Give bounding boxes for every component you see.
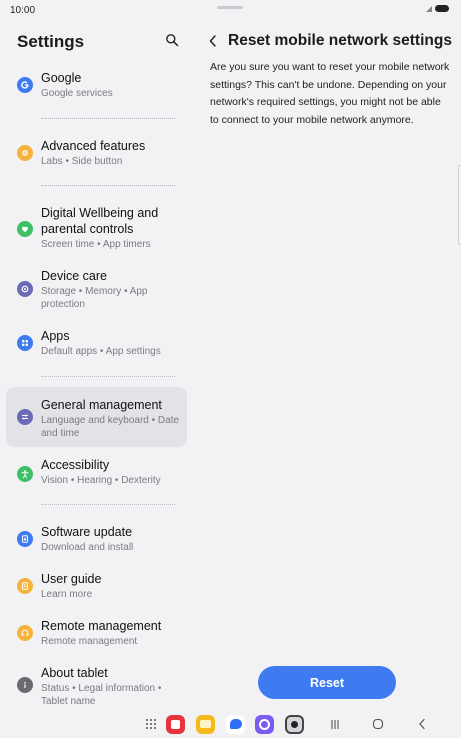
status-icons (426, 5, 449, 12)
sidebar-item-label: About tablet (41, 666, 108, 680)
sidebar-item-label: Accessibility (41, 458, 110, 472)
advanced-features-icon (17, 145, 33, 161)
app-drawer-icon[interactable] (143, 714, 159, 734)
sidebar-item-label: General management (41, 398, 162, 412)
sidebar-item-sub: Screen time • App timers (41, 239, 151, 250)
sidebar-item-advanced-features[interactable]: Advanced features Labs • Side button (6, 133, 187, 173)
sidebar-item-label: Advanced features (41, 139, 146, 153)
reset-description: Are you sure you want to reset your mobi… (210, 61, 450, 127)
sidebar-item-about-tablet[interactable]: About tablet Status • Legal information … (6, 660, 187, 710)
sidebar-item-sub: Default apps • App settings (41, 346, 161, 357)
general-management-icon (17, 409, 33, 425)
google-icon (17, 77, 33, 93)
sidebar-item-user-guide[interactable]: User guide Learn more (6, 566, 187, 606)
divider (41, 185, 175, 186)
navigation-bar (0, 710, 461, 738)
sidebar-item-sub: Download and install (41, 542, 134, 553)
page-title: Reset mobile network settings (228, 32, 452, 49)
sidebar-item-sub: Language and keyboard • Date and time (41, 415, 180, 439)
divider (41, 376, 175, 377)
digital-wellbeing-icon (17, 221, 33, 237)
software-update-icon (17, 531, 33, 547)
sidebar-item-label: User guide (41, 572, 102, 586)
recents-icon[interactable] (327, 714, 343, 734)
internet-icon[interactable] (255, 714, 274, 734)
sidebar-item-device-care[interactable]: Device care Storage • Memory • App prote… (6, 263, 187, 319)
sidebar-item-remote-management[interactable]: Remote management Remote management (6, 613, 187, 653)
flipboard-icon[interactable] (166, 714, 185, 734)
signal-icon (426, 5, 432, 12)
detail-pane: Reset mobile network settings Are you su… (194, 20, 461, 710)
user-guide-icon (17, 578, 33, 594)
about-tablet-icon (17, 677, 33, 693)
sidebar-item-label: Device care (41, 269, 107, 283)
sidebar-item-digital-wellbeing[interactable]: Digital Wellbeing and parental controls … (6, 200, 187, 256)
sidebar-item-sub: Vision • Hearing • Dexterity (41, 475, 161, 486)
sidebar-item-label: Digital Wellbeing and parental controls (41, 206, 159, 236)
remote-management-icon (17, 625, 33, 641)
messages-icon[interactable] (226, 714, 245, 734)
sidebar-item-sub: Status • Legal information • Tablet name (41, 683, 162, 707)
sidebar-item-sub: Learn more (41, 589, 93, 600)
back-icon[interactable] (414, 714, 430, 734)
drag-handle[interactable] (217, 6, 243, 9)
sidebar-item-google[interactable]: Google Google services (6, 65, 187, 105)
battery-icon (435, 5, 449, 12)
my-files-icon[interactable] (196, 714, 215, 734)
sidebar-item-label: Apps (41, 329, 70, 343)
camera-icon[interactable] (285, 714, 304, 734)
search-icon[interactable] (165, 33, 179, 47)
status-bar: 10:00 (0, 0, 461, 20)
home-icon[interactable] (370, 714, 386, 734)
sidebar-item-label: Software update (41, 525, 133, 539)
sidebar-item-sub: Storage • Memory • App protection (41, 286, 148, 310)
apps-icon (17, 335, 33, 351)
settings-list-pane: Settings Google Google services Advanced… (0, 20, 194, 710)
divider (41, 118, 175, 119)
reset-button[interactable]: Reset (258, 666, 396, 699)
sidebar-item-sub: Google services (41, 88, 113, 99)
accessibility-icon (17, 466, 33, 482)
sidebar-item-software-update[interactable]: Software update Download and install (6, 519, 187, 559)
sidebar-item-apps[interactable]: Apps Default apps • App settings (6, 323, 187, 363)
back-arrow-icon[interactable] (208, 34, 218, 48)
settings-title: Settings (17, 32, 85, 51)
sidebar-item-accessibility[interactable]: Accessibility Vision • Hearing • Dexteri… (6, 454, 187, 494)
sidebar-item-label: Google (41, 71, 82, 85)
device-care-icon (17, 281, 33, 297)
status-time: 10:00 (10, 5, 36, 16)
divider (41, 504, 175, 505)
sidebar-item-sub: Remote management (41, 636, 138, 647)
sidebar-item-sub: Labs • Side button (41, 156, 123, 167)
sidebar-item-general-management[interactable]: General management Language and keyboard… (6, 387, 187, 447)
sidebar-item-label: Remote management (41, 619, 162, 633)
